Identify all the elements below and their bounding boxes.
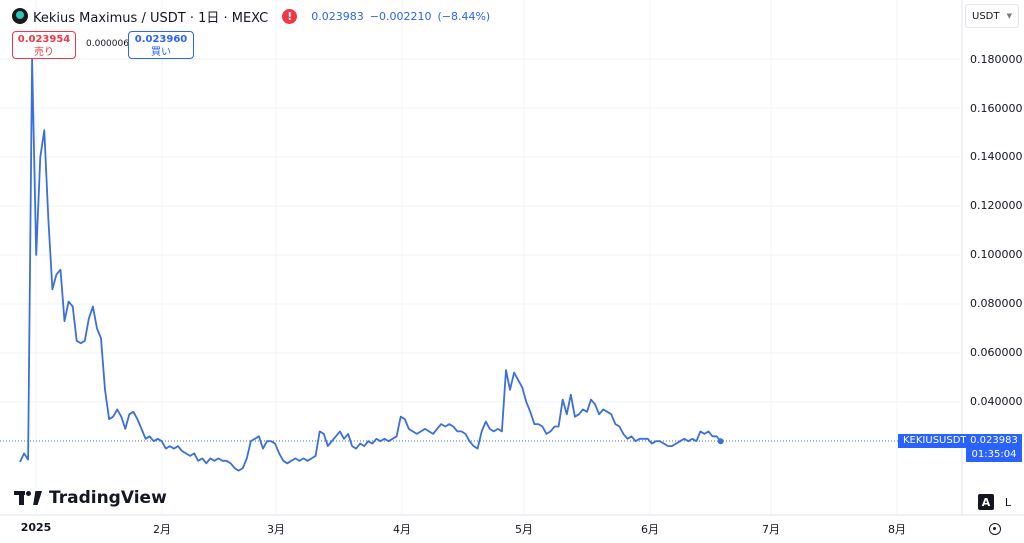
time-tick: 4月 — [393, 523, 411, 536]
symbol-title[interactable]: Kekius Maximus / USDT · 1日 · MEXC — [33, 7, 268, 26]
symbol-price-label: KEKIUSUSDT — [898, 434, 972, 448]
alert-icon[interactable]: ! — [282, 8, 298, 24]
chart-canvas[interactable] — [0, 0, 1024, 543]
chevron-down-icon: ▼ — [1006, 12, 1012, 20]
price-tick: 0.180000 — [970, 53, 1023, 66]
coin-logo-icon — [12, 8, 28, 24]
auto-scale-button[interactable]: A — [978, 494, 994, 510]
tradingview-logo-icon — [14, 491, 44, 505]
price-tick: 0.040000 — [970, 395, 1023, 408]
tradingview-logo[interactable]: TradingView — [14, 488, 167, 508]
spread-value: 0.000006 — [86, 39, 129, 49]
sell-price: 0.023954 — [17, 34, 71, 45]
time-tick: 6月 — [641, 523, 659, 536]
sell-button[interactable]: 0.023954 売り — [12, 31, 76, 59]
price-change-value: −0.002210 — [369, 9, 432, 23]
time-tick: 5月 — [515, 523, 533, 536]
buy-label: 買い — [151, 47, 171, 58]
last-price-label-value: 0.023983 — [970, 435, 1018, 446]
sell-label: 売り — [34, 47, 54, 58]
price-tick: 0.060000 — [970, 346, 1023, 359]
price-series-line — [19, 58, 722, 472]
symbol-header: Kekius Maximus / USDT · 1日 · MEXC ! 0.02… — [12, 5, 496, 27]
price-tick: 0.080000 — [970, 297, 1023, 310]
gear-icon[interactable] — [989, 523, 1001, 535]
chart-window: Kekius Maximus / USDT · 1日 · MEXC ! 0.02… — [0, 0, 1024, 543]
price-change-percent: (−8.44%) — [437, 9, 491, 23]
price-tick: 0.120000 — [970, 199, 1023, 212]
last-price-dot — [717, 438, 724, 445]
log-scale-button[interactable]: L — [1001, 494, 1015, 510]
time-tick: 2025 — [20, 521, 52, 534]
last-price-value: 0.023983 — [311, 9, 364, 23]
currency-select-value: USDT — [972, 10, 1000, 22]
time-tick: 3月 — [267, 523, 285, 536]
time-tick: 2月 — [153, 523, 171, 536]
buy-button[interactable]: 0.023960 買い — [128, 31, 194, 59]
currency-select[interactable]: USDT ▼ — [965, 4, 1019, 28]
price-tick: 0.140000 — [970, 150, 1023, 163]
time-tick: 8月 — [888, 523, 906, 536]
tradingview-logo-text: TradingView — [49, 488, 167, 508]
quote-values: 0.023983 −0.002210 (−8.44%) — [311, 10, 496, 23]
buy-price: 0.023960 — [134, 34, 188, 45]
price-tick: 0.100000 — [970, 248, 1023, 261]
bar-countdown: 01:35:04 — [971, 449, 1017, 460]
time-tick: 7月 — [762, 523, 780, 536]
last-price-label: 0.023983 01:35:04 — [966, 434, 1022, 462]
price-tick: 0.160000 — [970, 102, 1023, 115]
